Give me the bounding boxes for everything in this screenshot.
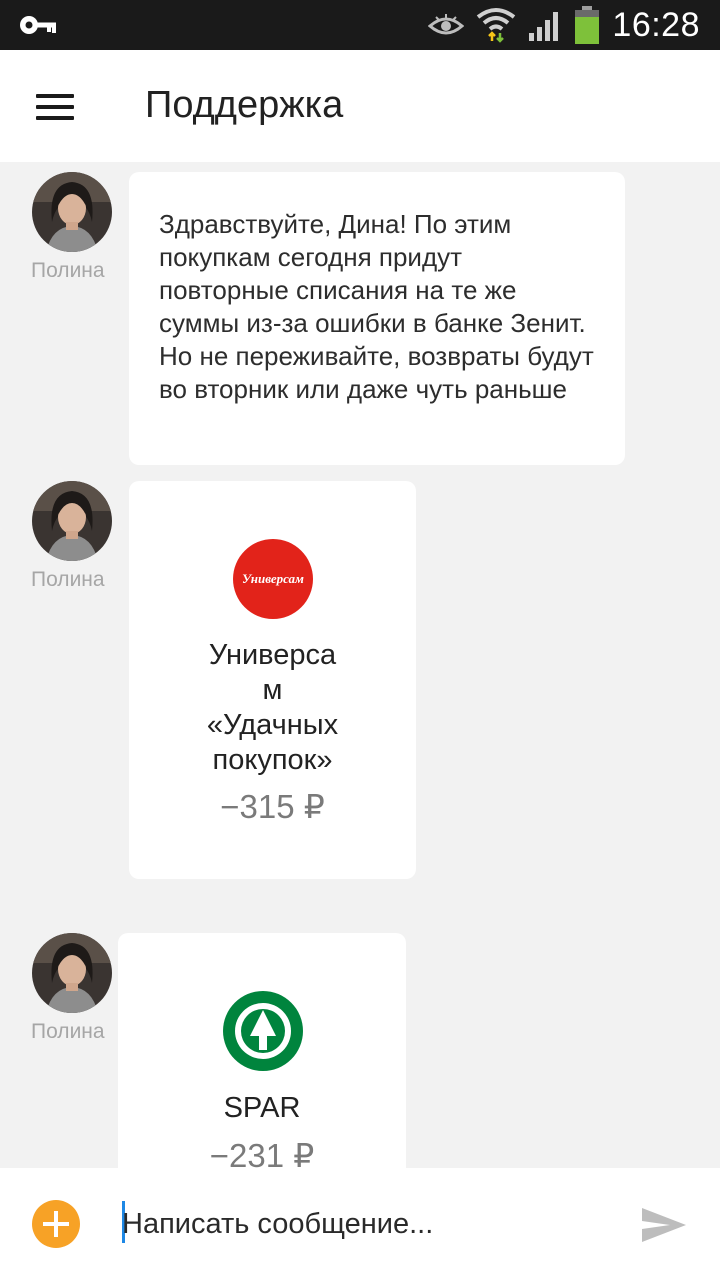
eye-icon	[428, 14, 465, 35]
spar-logo	[223, 991, 303, 1071]
plus-circle-icon[interactable]	[32, 1200, 80, 1248]
avatar[interactable]	[32, 481, 112, 561]
merchant-name-line: покупок»	[212, 744, 333, 776]
message-input[interactable]	[122, 1204, 602, 1244]
purchase-amount: −315 ₽	[220, 788, 325, 825]
universam-logo: Универсам	[233, 539, 313, 619]
message-bubble: Здравствуйте, Дина! По этим покупкам сег…	[129, 172, 625, 465]
signal-icon	[529, 12, 559, 41]
purchase-amount: −231 ₽	[209, 1137, 315, 1168]
hamburger-icon[interactable]	[36, 90, 76, 122]
wifi-icon	[477, 8, 516, 43]
battery-icon	[575, 6, 600, 44]
sender-name: Полина	[31, 568, 105, 591]
key-icon	[20, 16, 56, 34]
purchase-card[interactable]: SPAR −231 ₽	[118, 933, 406, 1168]
purchase-card[interactable]: Универсам Универса м «Удачных покупок» −…	[129, 481, 416, 879]
send-icon[interactable]	[640, 1206, 688, 1244]
chat-thread[interactable]: Полина Здравствуйте, Дина! По этим покуп…	[0, 162, 720, 1168]
sender-name: Полина	[31, 1020, 105, 1043]
status-bar: 16:28	[0, 0, 720, 50]
clock-time: 16:28	[612, 5, 700, 44]
avatar[interactable]	[32, 172, 112, 252]
message-text: Здравствуйте, Дина! По этим покупкам сег…	[159, 209, 594, 404]
merchant-name-line: «Удачных	[206, 709, 339, 741]
universam-logo-text: Универсам	[242, 571, 304, 586]
merchant-name-line: м	[262, 674, 283, 706]
merchant-name-line: Универса	[208, 639, 337, 671]
sender-name: Полина	[31, 259, 105, 282]
avatar[interactable]	[32, 933, 112, 1013]
app-bar: Поддержка	[0, 50, 720, 162]
page-title: Поддержка	[145, 84, 344, 126]
merchant-name: SPAR	[223, 1092, 301, 1124]
message-composer	[0, 1168, 720, 1280]
